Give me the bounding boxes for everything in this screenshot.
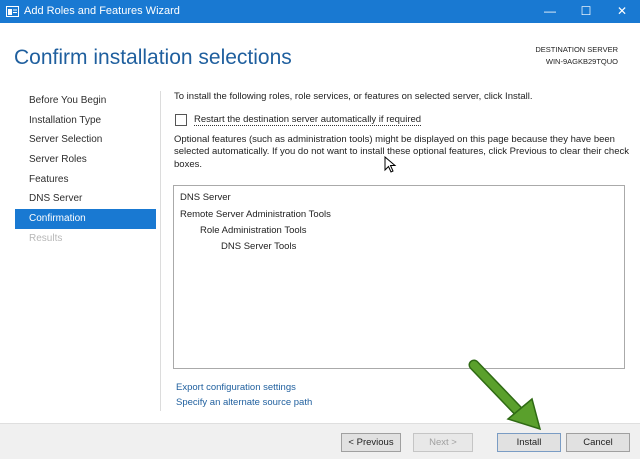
nav-item-dns-server[interactable]: DNS Server: [15, 189, 156, 209]
nav-item-server-roles[interactable]: Server Roles: [15, 150, 156, 170]
maximize-icon: ☐: [580, 4, 592, 18]
close-button[interactable]: ✕: [604, 0, 640, 23]
intro-text: To install the following roles, role ser…: [174, 91, 533, 102]
next-button: Next >: [413, 433, 473, 452]
restart-checkbox-label[interactable]: Restart the destination server automatic…: [194, 114, 422, 126]
maximize-button[interactable]: ☐: [568, 0, 604, 23]
list-item: DNS Server: [180, 192, 231, 203]
restart-checkbox[interactable]: [175, 114, 187, 126]
nav-item-before-you-begin[interactable]: Before You Begin: [15, 91, 156, 111]
list-item: DNS Server Tools: [221, 241, 297, 252]
nav-divider: [160, 91, 161, 411]
destination-server-name: WIN-9AGKB29TQUO: [545, 57, 618, 66]
mouse-cursor-icon: [384, 156, 397, 173]
selections-list[interactable]: DNS Server Remote Server Administration …: [173, 185, 625, 369]
list-item: Remote Server Administration Tools: [180, 209, 331, 220]
install-button[interactable]: Install: [497, 433, 561, 452]
wizard-steps-nav: Before You Begin Installation Type Serve…: [15, 91, 156, 249]
cancel-button[interactable]: Cancel: [566, 433, 630, 452]
list-item: Role Administration Tools: [200, 225, 307, 236]
optional-features-text: Optional features (such as administratio…: [174, 134, 630, 170]
title-bar: Add Roles and Features Wizard — ☐ ✕: [0, 0, 640, 23]
nav-item-features[interactable]: Features: [15, 170, 156, 190]
server-manager-icon: [6, 6, 19, 17]
page-title: Confirm installation selections: [14, 46, 292, 69]
alternate-source-link[interactable]: Specify an alternate source path: [176, 397, 312, 408]
nav-item-confirmation[interactable]: Confirmation: [15, 209, 156, 229]
export-configuration-link[interactable]: Export configuration settings: [176, 382, 296, 393]
minimize-button[interactable]: —: [532, 0, 568, 23]
window-title: Add Roles and Features Wizard: [24, 5, 180, 17]
nav-item-server-selection[interactable]: Server Selection: [15, 130, 156, 150]
nav-item-installation-type[interactable]: Installation Type: [15, 111, 156, 131]
minimize-icon: —: [544, 4, 556, 18]
green-arrow-icon: [468, 359, 542, 431]
previous-button[interactable]: < Previous: [341, 433, 401, 452]
nav-item-results: Results: [29, 232, 63, 244]
close-icon: ✕: [616, 4, 628, 18]
destination-server-label: DESTINATION SERVER: [535, 45, 618, 54]
